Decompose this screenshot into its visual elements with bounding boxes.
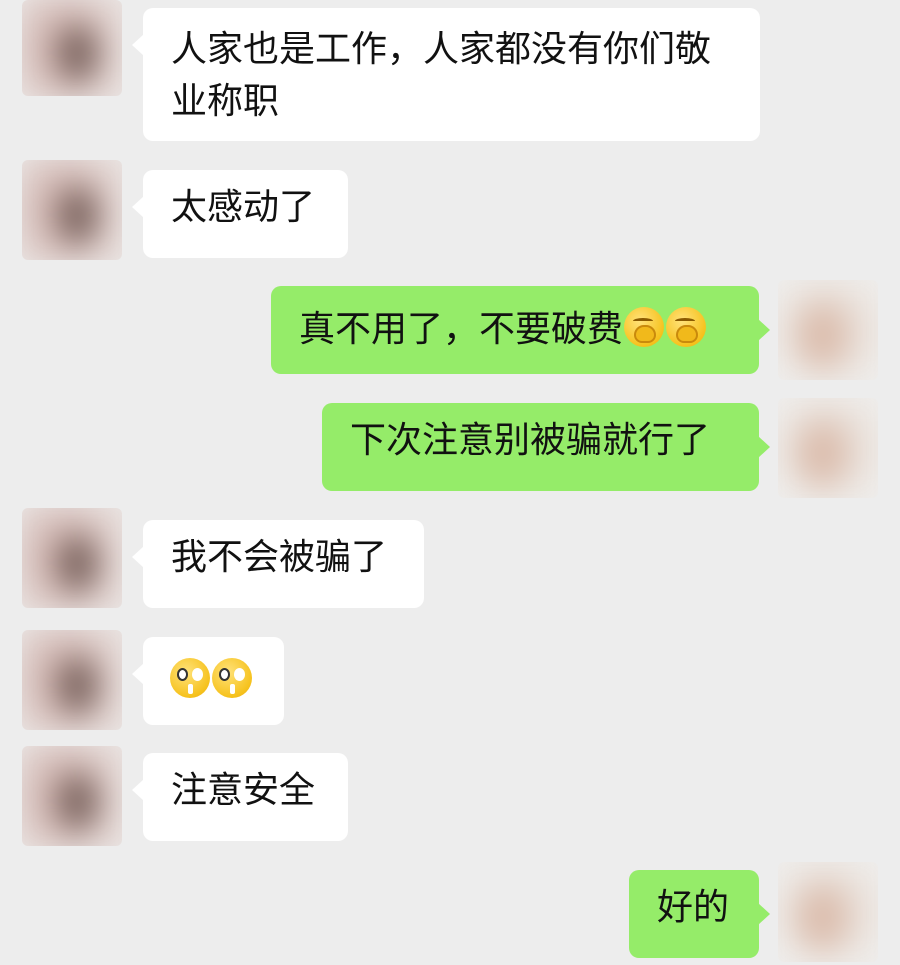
hand-over-mouth-icon: [624, 307, 665, 347]
message-bubble-outgoing[interactable]: 下次注意别被骗就行了: [322, 403, 770, 491]
message-bubble-incoming[interactable]: 注意安全: [132, 753, 348, 841]
message-text: 下次注意别被骗就行了: [350, 420, 711, 461]
message-bubble-incoming[interactable]: 人家也是工作，人家都没有你们敬业称职: [132, 8, 760, 141]
message-text: 人家也是工作，人家都没有你们敬业称职: [171, 29, 712, 122]
teary-eyes-icon: [170, 658, 210, 698]
message-text: 太感动了: [171, 187, 316, 228]
message-text: 好的: [657, 887, 730, 928]
my-avatar[interactable]: [778, 398, 878, 498]
message-text: 真不用了，不要破费: [299, 309, 624, 350]
my-avatar[interactable]: [778, 280, 878, 380]
message-bubble-incoming[interactable]: 太感动了: [132, 170, 348, 258]
message-text: 我不会被骗了: [171, 537, 388, 578]
message-bubble-incoming[interactable]: 我不会被骗了: [132, 520, 424, 608]
contact-avatar[interactable]: [22, 508, 122, 608]
contact-avatar[interactable]: [22, 160, 122, 260]
contact-avatar[interactable]: [22, 746, 122, 846]
hand-over-mouth-icon: [666, 307, 707, 347]
contact-avatar[interactable]: [22, 630, 122, 730]
message-bubble-incoming[interactable]: [132, 637, 284, 725]
message-bubble-outgoing[interactable]: 好的: [629, 870, 770, 958]
contact-avatar[interactable]: [22, 0, 122, 96]
teary-eyes-icon: [212, 658, 252, 698]
message-text: 注意安全: [171, 770, 316, 811]
my-avatar[interactable]: [778, 862, 878, 962]
message-bubble-outgoing[interactable]: 真不用了，不要破费: [271, 286, 770, 374]
